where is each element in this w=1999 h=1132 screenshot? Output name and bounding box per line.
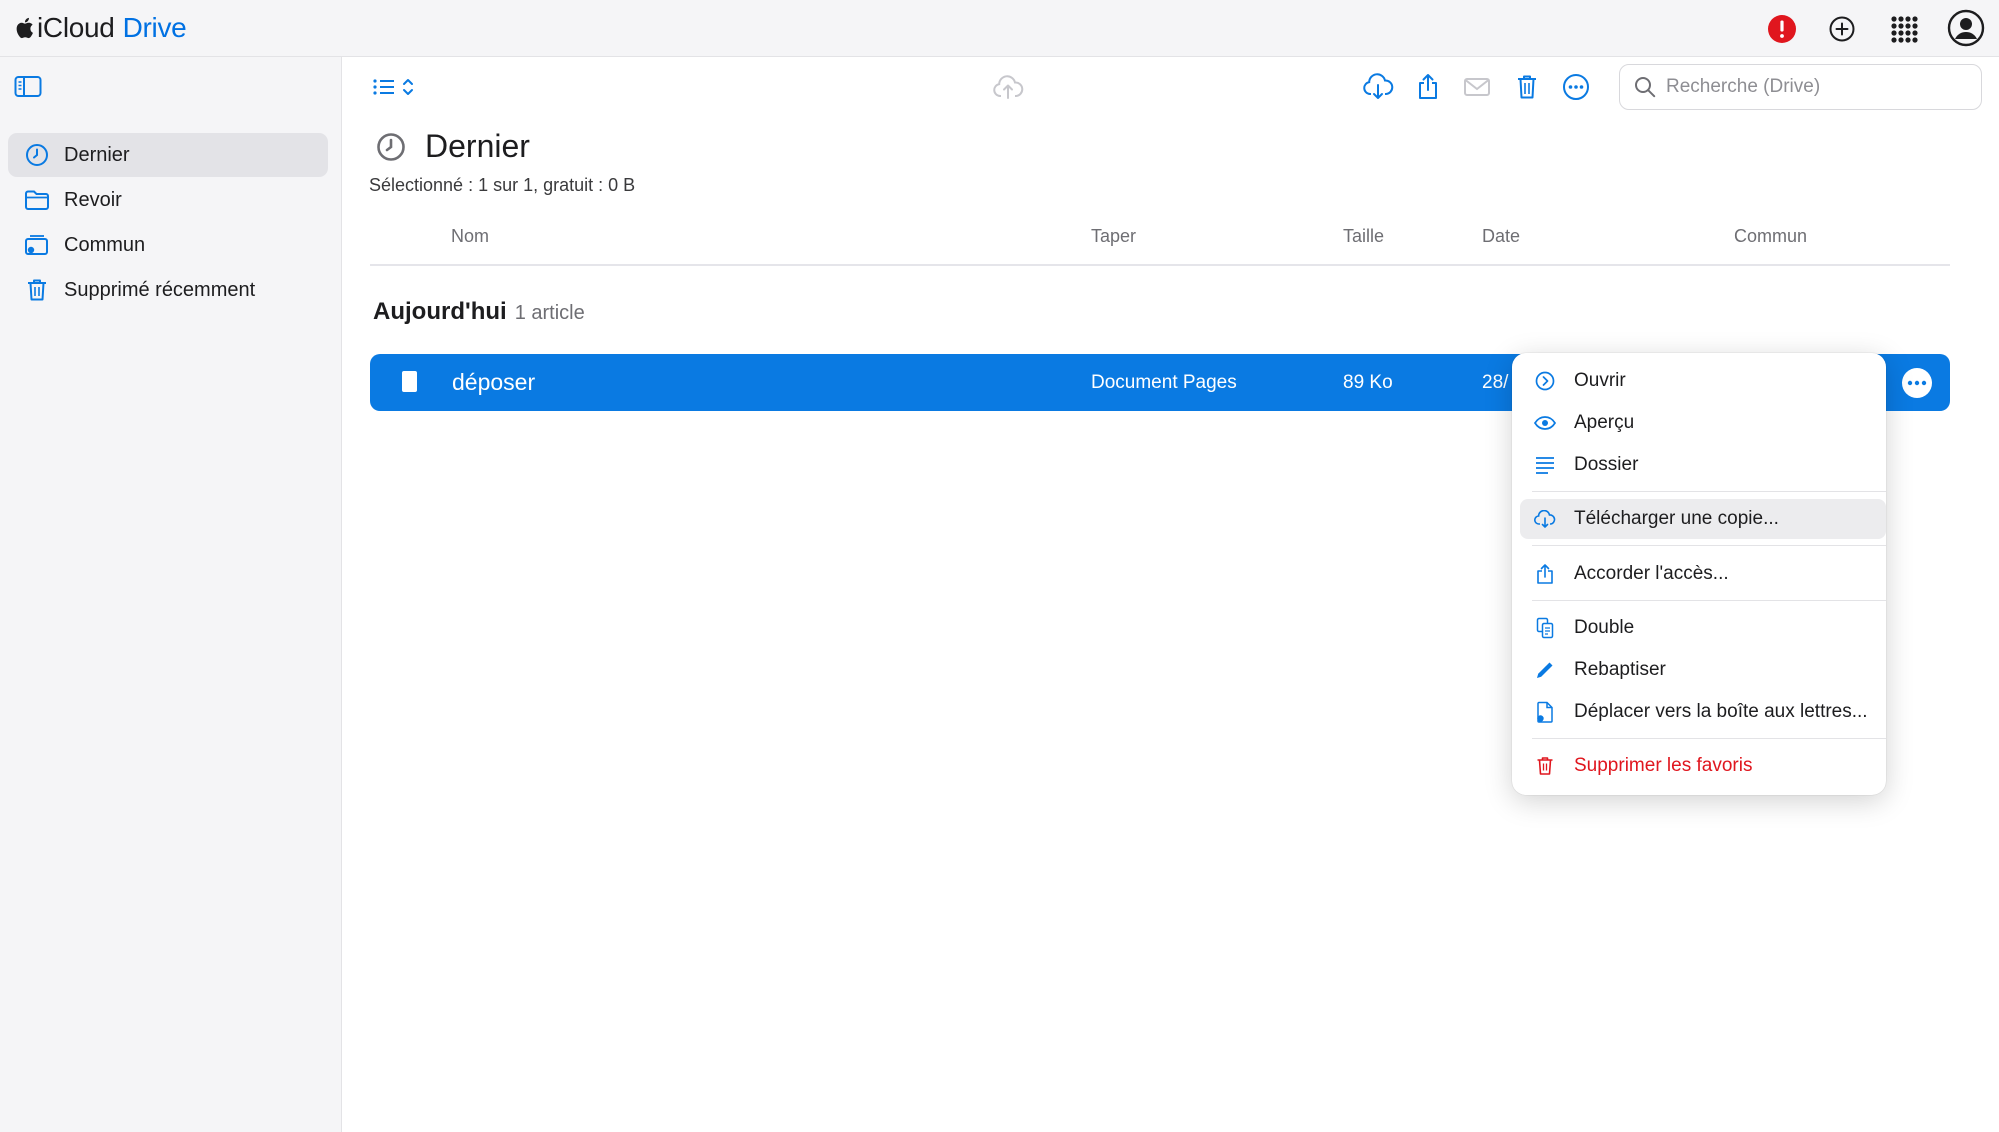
top-bar: iCloud Drive	[0, 0, 1999, 57]
duplicate-icon	[1534, 617, 1556, 639]
move-doc-icon	[1534, 701, 1556, 723]
context-menu: Ouvrir Aperçu Dossier Télécharger une co…	[1512, 353, 1886, 795]
download-icon[interactable]	[1360, 70, 1396, 104]
shared-folder-icon	[24, 232, 50, 258]
sort-icon[interactable]	[397, 70, 419, 104]
mail-icon[interactable]	[1459, 70, 1495, 104]
document-icon	[402, 371, 417, 392]
share-icon	[1534, 563, 1556, 585]
menu-item-label: Dossier	[1574, 454, 1639, 475]
menu-item-deplacer[interactable]: Déplacer vers la boîte aux lettres...	[1520, 692, 1886, 732]
header-divider	[370, 264, 1950, 266]
download-cloud-icon	[1534, 508, 1556, 530]
group-title: Aujourd'hui	[373, 298, 507, 325]
menu-item-label: Télécharger une copie...	[1574, 508, 1779, 529]
clock-icon	[24, 142, 50, 168]
sidebar-item-label: Revoir	[64, 188, 122, 211]
sidebar-item-label: Dernier	[64, 143, 130, 166]
clock-icon	[377, 132, 405, 161]
menu-item-label: Double	[1574, 617, 1635, 638]
share-icon[interactable]	[1410, 70, 1446, 104]
sidebar-item-revoir[interactable]: Revoir	[8, 178, 328, 222]
selection-status: Sélectionné : 1 sur 1, gratuit : 0 B	[369, 175, 636, 195]
search-icon	[1635, 77, 1656, 98]
alert-icon[interactable]	[1765, 12, 1799, 46]
menu-item-label: Accorder l'accès...	[1574, 563, 1729, 584]
menu-item-label: Supprimer les favoris	[1574, 755, 1753, 776]
menu-item-label: Aperçu	[1574, 412, 1635, 433]
more-icon	[1907, 380, 1927, 386]
page-title-text: Dernier	[425, 128, 530, 164]
open-icon	[1534, 370, 1556, 392]
menu-item-label: Ouvrir	[1574, 370, 1626, 391]
more-icon[interactable]	[1558, 70, 1594, 104]
sidebar-item-commun[interactable]: Commun	[8, 223, 328, 267]
sidebar-item-label: Commun	[64, 233, 146, 256]
menu-item-accorder-acces[interactable]: Accorder l'accès...	[1520, 554, 1886, 594]
column-header-nom[interactable]: Nom	[451, 226, 489, 247]
file-size: 89 Ko	[1343, 371, 1393, 393]
page-title: Dernier	[375, 128, 530, 165]
column-header-commun[interactable]: Commun	[1734, 226, 1807, 247]
upload-icon[interactable]	[990, 70, 1026, 104]
menu-item-label: Déplacer vers la boîte aux lettres...	[1574, 701, 1868, 722]
group-count: 1 article	[514, 302, 585, 324]
menu-item-supprimer-favoris[interactable]: Supprimer les favoris	[1520, 746, 1886, 786]
column-header-date[interactable]: Date	[1482, 226, 1520, 247]
trash-icon[interactable]	[1509, 70, 1545, 104]
column-header-taille[interactable]: Taille	[1343, 226, 1384, 247]
group-header: Aujourd'hui 1 article	[373, 298, 585, 326]
row-more-button[interactable]	[1902, 368, 1932, 398]
sidebar-toggle-icon[interactable]	[14, 75, 44, 103]
menu-divider	[1532, 738, 1886, 739]
menu-divider	[1532, 600, 1886, 601]
search-input[interactable]	[1666, 76, 1966, 98]
menu-item-rebaptiser[interactable]: Rebaptiser	[1520, 650, 1886, 690]
lines-icon	[1534, 454, 1556, 476]
sidebar-item-label: Supprimé récemment	[64, 278, 256, 301]
menu-item-label: Rebaptiser	[1574, 659, 1666, 680]
trash-icon	[24, 277, 50, 303]
brand-icloud: iCloud	[37, 12, 115, 43]
trash-icon	[1534, 755, 1556, 777]
menu-item-apercu[interactable]: Aperçu	[1520, 403, 1886, 443]
account-icon[interactable]	[1946, 8, 1986, 48]
menu-divider	[1532, 491, 1886, 492]
folder-icon	[24, 187, 50, 213]
search-field[interactable]	[1619, 64, 1982, 110]
sidebar-item-dernier[interactable]: Dernier	[8, 133, 328, 177]
column-header-taper[interactable]: Taper	[1091, 226, 1136, 247]
menu-item-ouvrir[interactable]: Ouvrir	[1520, 361, 1886, 401]
apps-grid-icon[interactable]	[1887, 12, 1921, 46]
brand-drive: Drive	[122, 12, 187, 43]
sidebar: Dernier Revoir Commun Supprimé récemment	[0, 57, 342, 1132]
pencil-icon	[1534, 659, 1556, 681]
eye-icon	[1534, 412, 1556, 434]
app-logo[interactable]: iCloud Drive	[14, 10, 187, 46]
menu-divider	[1532, 545, 1886, 546]
file-date: 28/	[1482, 371, 1509, 393]
apple-logo-icon	[16, 17, 33, 39]
file-name: déposer	[452, 369, 536, 395]
add-circle-icon[interactable]	[1825, 12, 1859, 46]
menu-item-dossier[interactable]: Dossier	[1520, 445, 1886, 485]
sidebar-item-supprime-recemment[interactable]: Supprimé récemment	[8, 268, 328, 312]
menu-item-double[interactable]: Double	[1520, 608, 1886, 648]
file-type: Document Pages	[1091, 371, 1237, 393]
menu-item-telecharger-copie[interactable]: Télécharger une copie...	[1520, 499, 1886, 539]
